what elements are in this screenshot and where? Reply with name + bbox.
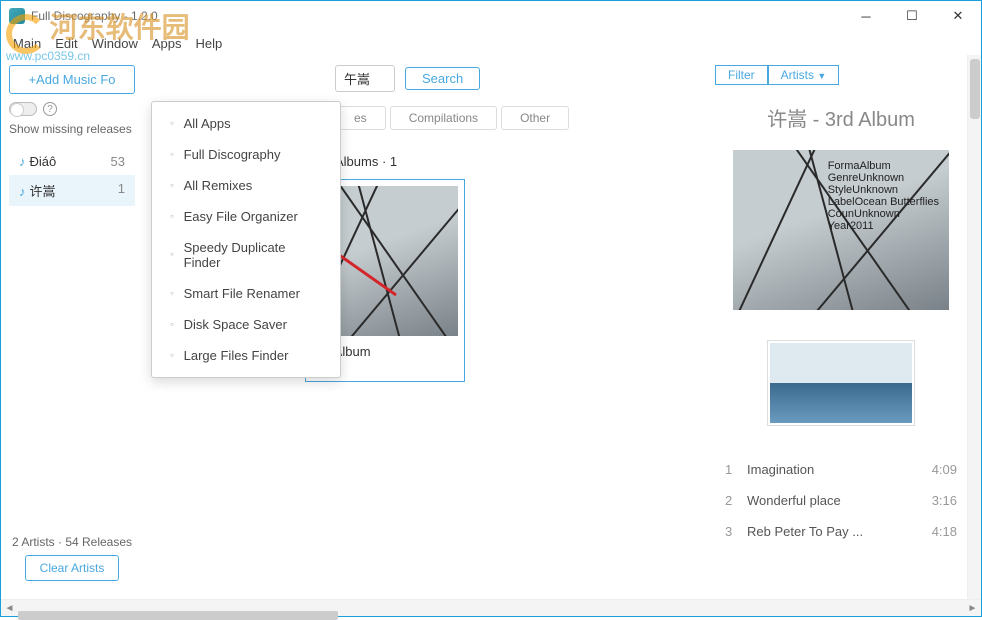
- dd-speedy-duplicate-finder[interactable]: Speedy Duplicate Finder: [152, 232, 340, 278]
- show-missing-toggle-row: ? Show missing releases: [9, 102, 135, 136]
- app-icon: [9, 8, 25, 24]
- horizontal-scrollbar[interactable]: ◄ ►: [1, 599, 981, 616]
- filter-type-select[interactable]: Artists ▼: [768, 65, 840, 85]
- menu-window[interactable]: Window: [92, 36, 138, 51]
- track-row[interactable]: 3 Reb Peter To Pay ... 4:18: [725, 516, 957, 547]
- artists-summary: 2 Artists · 54 Releases: [9, 535, 135, 549]
- dd-smart-file-renamer[interactable]: Smart File Renamer: [152, 278, 340, 309]
- track-list: 1 Imagination 4:09 2 Wonderful place 3:1…: [715, 454, 967, 547]
- tab-singles[interactable]: es: [335, 106, 386, 130]
- music-note-icon: ♪: [19, 184, 26, 199]
- album-metadata: FormaAlbum GenreUnknown StyleUnknown Lab…: [828, 160, 939, 232]
- tab-other[interactable]: Other: [501, 106, 569, 130]
- minimize-button[interactable]: ─: [843, 1, 889, 31]
- help-icon[interactable]: ?: [43, 102, 57, 116]
- artist-item[interactable]: ♪许嵩 1: [9, 175, 135, 206]
- search-input[interactable]: 午嵩: [335, 65, 395, 92]
- sidebar: +Add Music Fo ? Show missing releases ♪Đ…: [1, 55, 143, 599]
- titlebar: Full Discography - 1.2.0 ─ ☐ ✕: [1, 1, 981, 31]
- dd-all-remixes[interactable]: All Remixes: [152, 170, 340, 201]
- clear-artists-button[interactable]: Clear Artists: [25, 555, 120, 581]
- detail-heading: 许嵩 - 3rd Album: [715, 103, 967, 132]
- show-missing-label: Show missing releases: [9, 122, 132, 136]
- menu-help[interactable]: Help: [195, 36, 222, 51]
- details-panel: Filter Artists ▼ 许嵩 - 3rd Album FormaAlb…: [701, 55, 981, 599]
- dd-disk-space-saver[interactable]: Disk Space Saver: [152, 309, 340, 340]
- artist-item[interactable]: ♪Điáô 53: [9, 148, 135, 175]
- tab-compilations[interactable]: Compilations: [390, 106, 497, 130]
- menubar: Main Edit Window Apps Help: [1, 31, 981, 55]
- maximize-button[interactable]: ☐: [889, 1, 935, 31]
- menu-main[interactable]: Main: [13, 36, 41, 51]
- menu-edit[interactable]: Edit: [55, 36, 77, 51]
- vertical-scrollbar[interactable]: [967, 55, 981, 599]
- secondary-cover[interactable]: [767, 340, 915, 426]
- detail-cover: FormaAlbum GenreUnknown StyleUnknown Lab…: [733, 150, 949, 310]
- dd-easy-file-organizer[interactable]: Easy File Organizer: [152, 201, 340, 232]
- scroll-right-arrow-icon[interactable]: ►: [964, 600, 981, 616]
- close-button[interactable]: ✕: [935, 1, 981, 31]
- track-row[interactable]: 1 Imagination 4:09: [725, 454, 957, 485]
- dd-all-apps[interactable]: All Apps: [152, 108, 340, 139]
- menu-apps[interactable]: Apps: [152, 36, 182, 51]
- apps-dropdown: All Apps Full Discography All Remixes Ea…: [151, 101, 341, 378]
- add-music-folder-button[interactable]: +Add Music Fo: [9, 65, 135, 94]
- chevron-down-icon: ▼: [817, 71, 826, 81]
- scroll-left-arrow-icon[interactable]: ◄: [1, 600, 18, 616]
- music-note-icon: ♪: [19, 154, 26, 169]
- albums-section-label: Albums · 1: [335, 154, 689, 169]
- filter-button[interactable]: Filter: [715, 65, 768, 85]
- search-button[interactable]: Search: [405, 67, 480, 90]
- dd-large-files-finder[interactable]: Large Files Finder: [152, 340, 340, 371]
- dd-full-discography[interactable]: Full Discography: [152, 139, 340, 170]
- show-missing-toggle[interactable]: [9, 102, 37, 116]
- window-title: Full Discography - 1.2.0: [31, 9, 158, 23]
- track-row[interactable]: 2 Wonderful place 3:16: [725, 485, 957, 516]
